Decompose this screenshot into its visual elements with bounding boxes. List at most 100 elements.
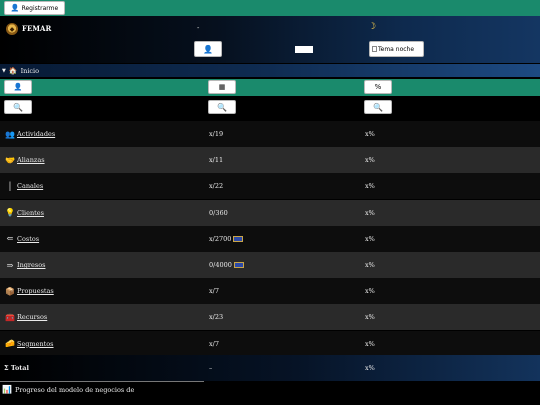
search-button-1[interactable]: 🔍: [4, 100, 32, 114]
theme-alt-text: Tema noche: [378, 45, 415, 53]
row-name-cell[interactable]: ⇐ Costos: [4, 234, 39, 243]
row-count-cell: x/23: [209, 313, 223, 321]
calendar-icon: ▦: [218, 83, 226, 91]
total-count: –: [209, 364, 213, 372]
row-count-cell: 0/4000: [209, 261, 244, 269]
percent-filter-button[interactable]: %: [364, 80, 392, 94]
calendar-filter-button[interactable]: ▦: [208, 80, 236, 94]
divider: [0, 381, 204, 382]
percent-label: %: [374, 83, 382, 91]
total-pct: x%: [365, 364, 375, 372]
footer: 📊 Progreso del modelo de negocios de: [2, 385, 134, 394]
row-name-cell[interactable]: ⇒ Ingresos: [4, 260, 46, 270]
user-button[interactable]: 👤: [194, 41, 222, 57]
row-count-cell: x/7: [209, 340, 219, 348]
channel-icon: │: [7, 181, 13, 191]
register-button[interactable]: 👤 Registrarme: [4, 1, 65, 15]
row-count: 0/4000: [209, 261, 232, 269]
row-count: x/2700: [209, 234, 232, 243]
income-icon: ⇒: [6, 260, 14, 270]
row-label[interactable]: Alianzas: [17, 156, 45, 164]
row-pct: x%: [365, 130, 375, 138]
table-row: 🤝 Alianzas x/11 x%: [0, 147, 540, 174]
client-icon: 💡: [5, 208, 15, 218]
row-count: 0/360: [209, 208, 228, 217]
row-name-cell[interactable]: 🤝 Alianzas: [4, 156, 45, 165]
user-icon: 👤: [13, 83, 23, 91]
search-icon: 🔍: [13, 102, 23, 112]
table-header-row: [0, 79, 540, 96]
row-label[interactable]: Clientes: [17, 209, 44, 217]
package-icon: 📦: [5, 286, 15, 296]
row-count-cell: x/22: [209, 182, 223, 190]
row-count-cell: x/2700: [209, 234, 244, 243]
row-label[interactable]: Costos: [17, 235, 39, 243]
table-row: │ Canales x/22 x%: [0, 173, 540, 200]
user-icon: 👤: [10, 4, 20, 12]
row-label[interactable]: Ingresos: [17, 261, 45, 269]
handshake-icon: 🤝: [5, 155, 15, 165]
row-name-cell[interactable]: 👥 Actividades: [4, 130, 55, 139]
table-row: 📦 Propuestas x/7 x%: [0, 278, 540, 305]
home-icon: 🏠: [8, 66, 18, 75]
row-label[interactable]: Propuestas: [17, 287, 54, 295]
total-row: Σ Total – x%: [0, 355, 540, 381]
inicio-section[interactable]: ▼ 🏠 Inicio: [0, 64, 540, 77]
total-label: Σ Total: [4, 364, 29, 372]
table-row: 👥 Actividades x/19 x%: [0, 121, 540, 147]
currency-flag-icon: [233, 262, 244, 268]
row-label[interactable]: Canales: [17, 182, 43, 190]
currency-flag-icon: [233, 235, 244, 242]
row-name-cell[interactable]: 📦 Propuestas: [4, 287, 54, 296]
resources-icon: 🧰: [5, 312, 15, 322]
inicio-label: Inicio: [20, 66, 40, 75]
row-count: x/11: [209, 156, 224, 165]
row-pct: x%: [365, 182, 375, 191]
row-pct: x%: [365, 261, 375, 269]
header-dash: -: [197, 24, 200, 32]
row-pct: x%: [365, 313, 375, 322]
moon-icon: ☽: [368, 22, 377, 32]
row-pct: x%: [365, 287, 375, 296]
row-pct: x%: [365, 208, 375, 217]
table-row: 🧰 Recursos x/23 x%: [0, 304, 540, 331]
row-count-cell: x/7: [209, 287, 219, 295]
row-pct: x%: [365, 234, 375, 243]
people-icon: 👥: [5, 129, 15, 139]
row-name-cell[interactable]: │ Canales: [4, 181, 44, 191]
theme-toggle-button[interactable]: Tema noche: [369, 41, 424, 57]
user-filter-button[interactable]: 👤: [4, 80, 32, 94]
chart-icon: 📊: [2, 385, 12, 394]
register-label: Registrarme: [21, 4, 59, 12]
search-row: [0, 96, 540, 120]
user-icon: 👤: [203, 44, 213, 54]
row-count: x/7: [209, 339, 219, 348]
row-pct: x%: [365, 156, 375, 165]
table-row: 🧀 Segmentos x/7 x%: [0, 330, 540, 357]
row-count: x/19: [209, 130, 224, 138]
row-label[interactable]: Recursos: [17, 313, 47, 321]
costs-icon: ⇐: [6, 234, 14, 244]
row-count: x/23: [209, 313, 224, 322]
row-label[interactable]: Actividades: [17, 130, 55, 138]
logo-icon: ◆: [6, 23, 18, 35]
table-row: ⇒ Ingresos 0/4000 x%: [0, 252, 540, 278]
row-name-cell[interactable]: 💡 Clientes: [4, 208, 44, 217]
row-name-cell[interactable]: 🧰 Recursos: [4, 313, 47, 322]
header: [0, 16, 540, 63]
search-icon: 🔍: [373, 102, 383, 112]
blank-input[interactable]: [295, 46, 313, 53]
top-bar: [0, 0, 540, 16]
row-pct: x%: [365, 339, 375, 348]
search-icon: 🔍: [217, 102, 227, 112]
triangle-down-icon: ▼: [2, 67, 6, 74]
row-label[interactable]: Segmentos: [17, 340, 54, 348]
row-count-cell: 0/360: [209, 209, 228, 217]
search-button-3[interactable]: 🔍: [364, 100, 392, 114]
brand-name: FEMAR: [22, 24, 52, 33]
table-row: ⇐ Costos x/2700 x%: [0, 225, 540, 252]
search-button-2[interactable]: 🔍: [208, 100, 236, 114]
row-count-cell: x/11: [209, 156, 223, 164]
row-name-cell[interactable]: 🧀 Segmentos: [4, 339, 54, 348]
segments-icon: 🧀: [5, 339, 15, 349]
